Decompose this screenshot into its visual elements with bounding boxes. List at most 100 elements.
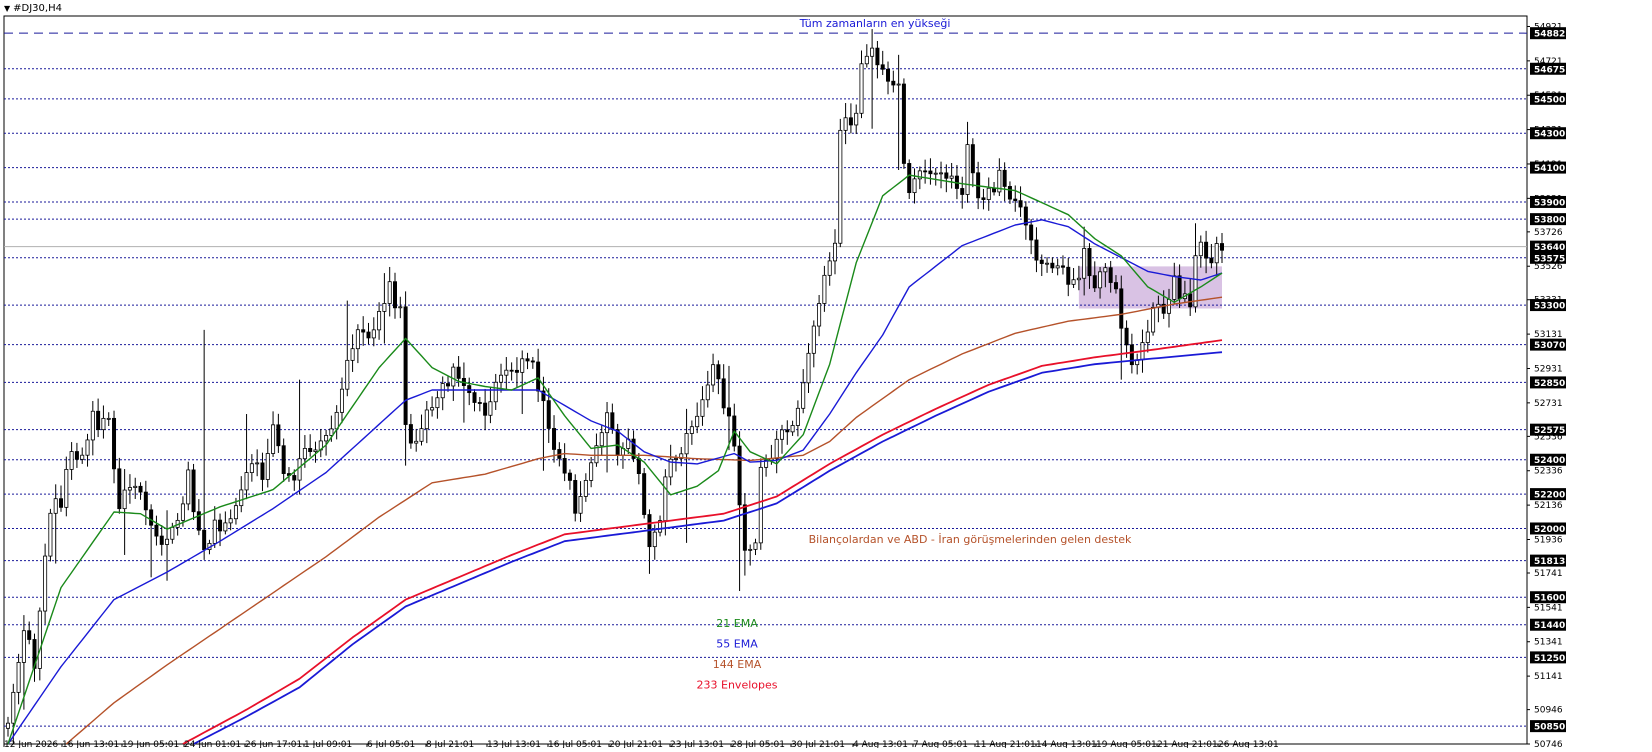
- candle-body: [292, 475, 297, 481]
- time-axis-label: 28 Jul 05:01: [731, 740, 785, 748]
- time-axis-label: 20 Jul 21:01: [609, 740, 663, 748]
- price-chart[interactable]: 5492154721545215432154121539215372653526…: [0, 0, 1652, 750]
- candle-body: [1214, 243, 1219, 264]
- candle-body: [896, 83, 901, 86]
- candle-body: [790, 425, 795, 433]
- time-axis-label: 26 Aug 13:01: [1218, 740, 1279, 748]
- level-tag-label: 53070: [1534, 341, 1565, 351]
- time-axis-label: 24 Jun 01:01: [184, 740, 241, 748]
- candle-body: [939, 172, 944, 175]
- candle-body: [933, 172, 938, 175]
- candle-body: [191, 469, 196, 513]
- time-axis-label: 1 Jul 09:01: [304, 740, 352, 748]
- candle-body: [514, 369, 519, 373]
- level-tag-label: 54300: [1534, 130, 1565, 140]
- candle-body: [578, 496, 583, 514]
- price-axis-label: 51141: [1534, 672, 1563, 682]
- level-tag-label: 54100: [1534, 164, 1565, 174]
- candle-body: [408, 424, 413, 444]
- candle-body: [774, 438, 779, 460]
- candle-body: [398, 306, 403, 309]
- candle-body: [101, 417, 106, 431]
- candle-body: [377, 311, 382, 331]
- candle-body: [186, 469, 191, 505]
- candle-body: [339, 388, 344, 413]
- candle-body: [302, 448, 307, 460]
- candle-body: [488, 401, 493, 416]
- candle-body: [1151, 306, 1156, 333]
- level-tag-label: 53575: [1534, 254, 1565, 264]
- candle-body: [1129, 344, 1134, 366]
- candle-body: [53, 498, 58, 514]
- candle-body: [122, 489, 127, 510]
- candle-body: [90, 410, 95, 441]
- candle-body: [801, 382, 806, 409]
- candle-body: [371, 329, 376, 339]
- level-tag-label: 54675: [1534, 65, 1565, 75]
- candle-body: [552, 428, 557, 450]
- level-tag-label: 51250: [1534, 654, 1565, 664]
- candle-body: [472, 392, 477, 403]
- level-tag-label: 53300: [1534, 302, 1565, 312]
- candle-body: [737, 445, 742, 506]
- candle-body: [833, 242, 838, 262]
- candle-body: [1013, 198, 1018, 202]
- price-axis-label: 51936: [1534, 535, 1563, 545]
- level-tag-label: 51440: [1534, 621, 1565, 631]
- candle-body: [880, 64, 885, 70]
- level-tag-label: 52575: [1534, 426, 1565, 436]
- symbol-label: ▼ #DJ30,H4: [4, 3, 62, 14]
- candle-body: [700, 399, 705, 417]
- level-tag-label: 52000: [1534, 525, 1565, 535]
- candle-body: [689, 426, 694, 434]
- candle-body: [165, 538, 170, 545]
- candle-body: [308, 448, 313, 452]
- candle-body: [239, 489, 244, 507]
- candle-body: [11, 691, 16, 724]
- candle-body: [965, 144, 970, 195]
- time-axis-label: 19 Jun 05:01: [122, 740, 179, 748]
- level-tag-label: 54500: [1534, 95, 1565, 105]
- candle-body: [1007, 186, 1012, 200]
- level-tag-label: 52850: [1534, 379, 1565, 389]
- candle-body: [795, 407, 800, 426]
- candle-body: [180, 503, 185, 521]
- candle-body: [705, 384, 710, 401]
- candle-body: [923, 170, 928, 173]
- candle-body: [1145, 331, 1150, 343]
- time-axis-label: 16 Jul 05:01: [548, 740, 602, 748]
- candle-body: [477, 402, 482, 404]
- candle-body: [69, 451, 74, 470]
- candle-body: [414, 440, 419, 444]
- level-tag-label: 51813: [1534, 557, 1565, 567]
- candle-body: [610, 412, 615, 430]
- candle-body: [854, 112, 859, 126]
- candle-body: [986, 187, 991, 200]
- candle-body: [583, 479, 588, 497]
- level-tag-label: 51600: [1534, 594, 1565, 604]
- legend-entry: 144 EMA: [713, 658, 762, 671]
- candle-body: [154, 524, 159, 537]
- time-axis-label: 6 Jul 05:01: [367, 740, 415, 748]
- candle-body: [403, 306, 408, 425]
- annotation-support: Bilançolardan ve ABD - İran görüşmelerin…: [809, 533, 1132, 546]
- candle-body: [202, 529, 207, 551]
- candle-body: [589, 462, 594, 481]
- candle-body: [218, 519, 223, 532]
- chart-menu-icon[interactable]: ▼: [4, 4, 10, 13]
- price-axis-label: 52336: [1534, 467, 1563, 477]
- candle-body: [112, 417, 117, 470]
- candle-body: [350, 348, 355, 361]
- candle-body: [567, 472, 572, 481]
- candle-body: [992, 187, 997, 193]
- candle-body: [605, 412, 610, 434]
- legend-entry: 55 EMA: [716, 638, 758, 651]
- candle-body: [1082, 248, 1087, 279]
- candle-body: [233, 505, 238, 520]
- candle-body: [1018, 200, 1023, 208]
- candle-body: [912, 178, 917, 194]
- time-axis-label: 7 Aug 05:01: [913, 740, 968, 748]
- candle-body: [228, 518, 233, 524]
- candle-body: [981, 197, 986, 200]
- candle-body: [392, 281, 397, 309]
